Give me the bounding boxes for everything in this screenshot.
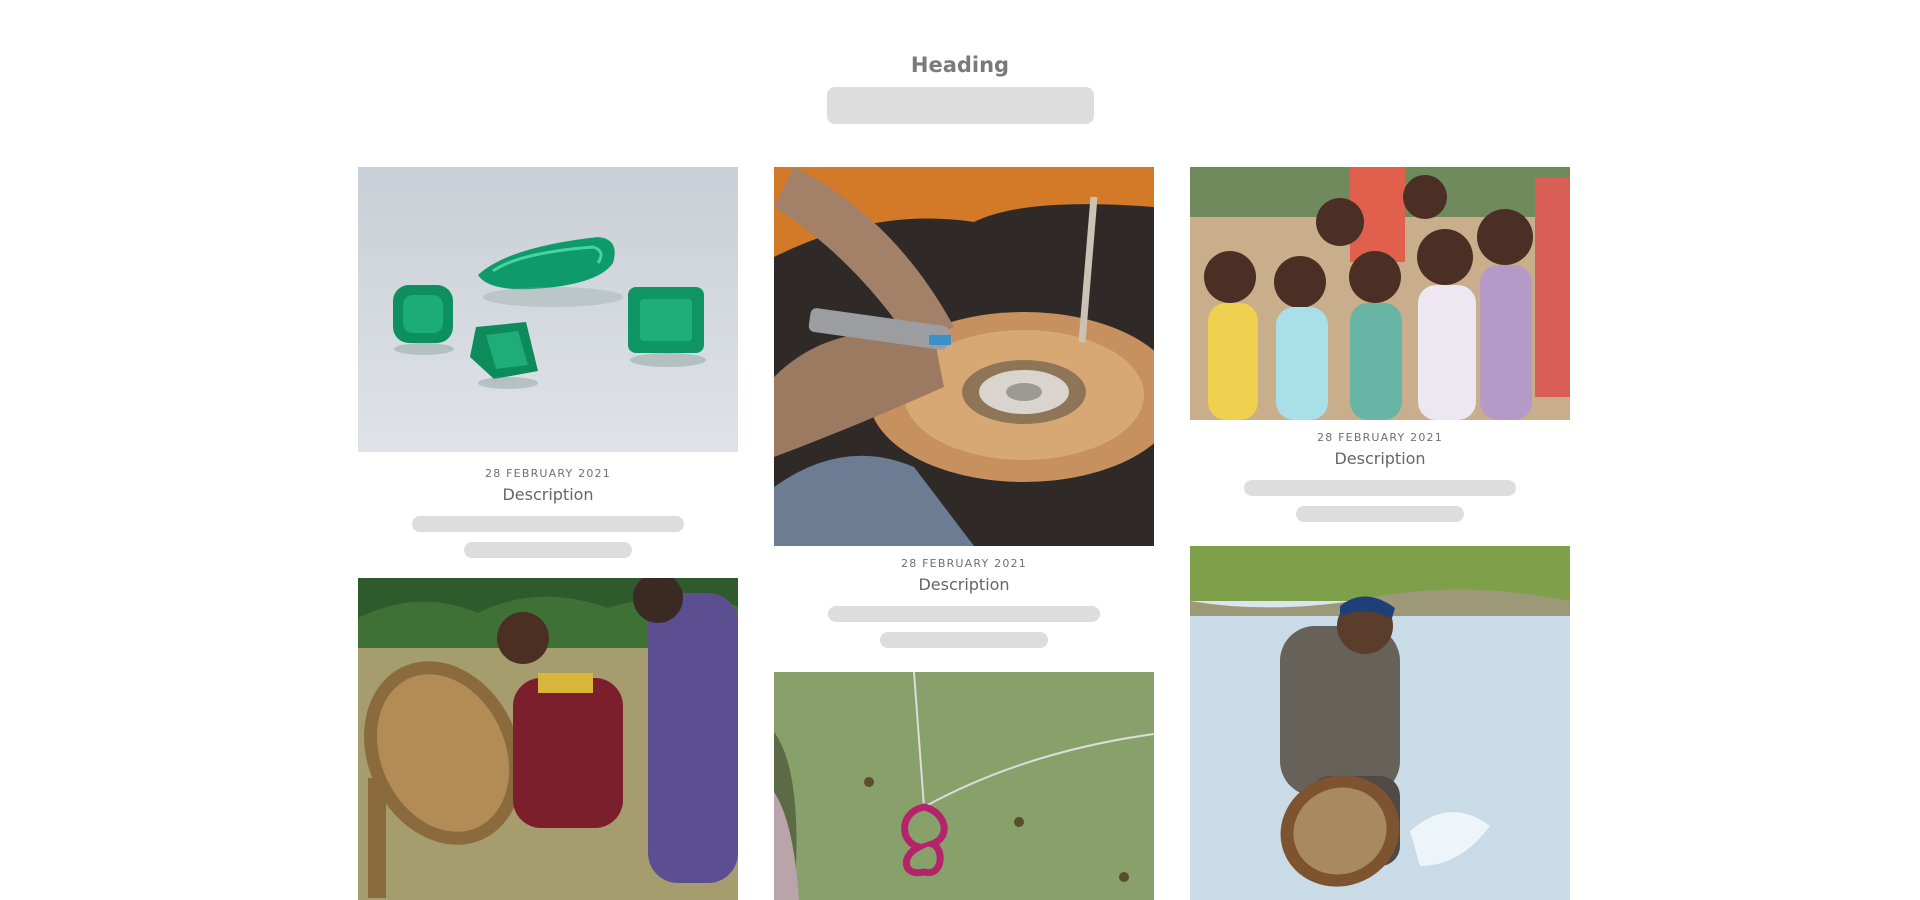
text-placeholder-line — [828, 606, 1100, 622]
text-placeholder-line — [464, 542, 632, 558]
river-gem-sieving-photo — [358, 578, 738, 900]
card-meta: 28 FEBRUARY 2021 Description — [774, 557, 1154, 648]
gravel-washing-image[interactable] — [1190, 546, 1570, 900]
blog-grid-page: Heading 28 FEBRUARY 2021 Description 28 … — [0, 0, 1920, 900]
grid-column-2: 28 FEBRUARY 2021 Description — [774, 167, 1154, 900]
card-date: 28 FEBRUARY 2021 — [485, 467, 611, 480]
text-placeholder-line — [1296, 506, 1464, 522]
heading-placeholder-bar — [827, 87, 1094, 124]
children-image[interactable] — [1190, 167, 1570, 420]
green-gemstones-photo — [358, 167, 738, 452]
text-placeholder-line — [1244, 480, 1516, 496]
grid-column-1: 28 FEBRUARY 2021 Description — [358, 167, 738, 900]
grid-column-3: 28 FEBRUARY 2021 Description — [1190, 167, 1570, 900]
page-heading: Heading — [910, 53, 1010, 77]
river-sieving-image[interactable] — [358, 578, 738, 900]
text-placeholder-line — [412, 516, 684, 532]
card-description[interactable]: Description — [1190, 449, 1570, 469]
gemstones-image[interactable] — [358, 167, 738, 452]
card-date: 28 FEBRUARY 2021 — [901, 557, 1027, 570]
ruby-pendant-on-cactus-photo — [774, 672, 1154, 900]
card-description[interactable]: Description — [774, 575, 1154, 595]
gem-cutting-image[interactable] — [774, 167, 1154, 546]
card-meta: 28 FEBRUARY 2021 Description — [358, 467, 738, 558]
card-description[interactable]: Description — [358, 485, 738, 505]
card-meta: 28 FEBRUARY 2021 Description — [1190, 431, 1570, 522]
gem-cutting-wheel-photo — [774, 167, 1154, 546]
text-placeholder-line — [880, 632, 1048, 648]
smiling-children-photo — [1190, 167, 1570, 420]
ruby-pendant-image[interactable] — [774, 672, 1154, 900]
man-washing-gravel-basket-photo — [1190, 546, 1570, 900]
card-date: 28 FEBRUARY 2021 — [1317, 431, 1443, 444]
